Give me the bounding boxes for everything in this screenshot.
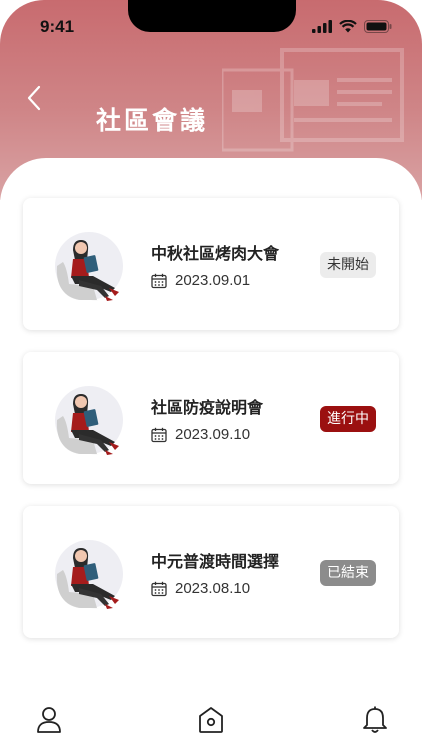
header-decoration — [222, 48, 404, 152]
meeting-date-row: 2023.09.01 — [151, 272, 250, 289]
status-icons — [312, 20, 392, 33]
meeting-title: 中元普渡時間選擇 — [151, 552, 280, 571]
wifi-icon — [339, 20, 357, 33]
bell-icon[interactable] — [362, 706, 388, 734]
status-badge: 已結束 — [320, 560, 376, 586]
back-icon[interactable] — [22, 84, 50, 112]
meeting-card[interactable]: 中秋社區烤肉大會 2023.09.01 未開始 — [23, 198, 399, 330]
meeting-date: 2023.09.01 — [175, 272, 251, 289]
status-badge: 未開始 — [320, 252, 376, 278]
person-reading-illustration — [55, 540, 123, 609]
meeting-date-row: 2023.08.10 — [151, 580, 250, 597]
person-reading-illustration — [55, 232, 123, 301]
home-icon[interactable] — [198, 706, 224, 734]
status-badge: 進行中 — [320, 406, 376, 432]
meeting-date-row: 2023.09.10 — [151, 426, 250, 443]
app-screen: 9:41 社區會議 中秋社區烤肉大會 2023.09.01 未開始 社區防疫說明… — [0, 0, 422, 750]
page-title: 社區會議 — [96, 106, 209, 135]
signal-icon — [312, 20, 332, 33]
calendar-icon — [151, 273, 167, 288]
meeting-date: 2023.08.10 — [175, 580, 251, 597]
status-time: 9:41 — [40, 17, 75, 36]
calendar-icon — [151, 581, 167, 596]
bottom-tab-bar — [0, 690, 422, 750]
meeting-card[interactable]: 社區防疫說明會 2023.09.10 進行中 — [23, 352, 399, 484]
device-notch — [128, 0, 296, 32]
meeting-title: 社區防疫說明會 — [151, 398, 264, 417]
meeting-title: 中秋社區烤肉大會 — [151, 244, 280, 263]
meeting-card[interactable]: 中元普渡時間選擇 2023.08.10 已結束 — [23, 506, 399, 638]
person-reading-illustration — [55, 386, 123, 455]
battery-icon — [364, 20, 392, 33]
meeting-date: 2023.09.10 — [175, 426, 251, 443]
calendar-icon — [151, 427, 167, 442]
user-icon[interactable] — [36, 706, 62, 734]
